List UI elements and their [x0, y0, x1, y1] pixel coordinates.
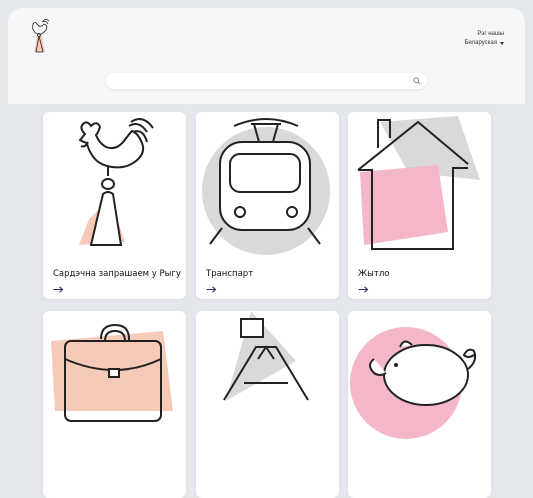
header: Рэг нашы Беларуская — [8, 8, 525, 104]
arrow-right-icon[interactable] — [358, 286, 369, 293]
header-links: Рэг нашы Беларуская — [465, 30, 504, 48]
rooster-icon — [78, 118, 154, 246]
page: Рэг нашы Беларуская Сардэчна запрашаем у — [0, 0, 533, 498]
language-label: Беларуская — [464, 40, 497, 46]
card-finances[interactable] — [348, 311, 491, 498]
card-housing[interactable]: Жытло — [348, 112, 491, 299]
card-language[interactable] — [196, 311, 339, 498]
house-icon — [357, 116, 480, 250]
card-title: Сардэчна запрашаем у Рыгу — [53, 269, 181, 279]
language-selector[interactable]: Беларуская — [465, 39, 504, 48]
arrow-right-icon[interactable] — [53, 286, 64, 293]
chevron-down-icon — [500, 42, 504, 45]
rooster-logo-icon[interactable] — [28, 18, 50, 56]
tram-icon — [202, 118, 330, 255]
search-bar — [106, 73, 427, 95]
card-welcome[interactable]: Сардэчна запрашаем у Рыгу — [43, 112, 186, 299]
card-transport[interactable]: Транспарт — [196, 112, 339, 299]
letter-icon — [223, 311, 309, 401]
card-title: Жытло — [358, 269, 390, 279]
search-input[interactable] — [106, 78, 427, 95]
card-title: Транспарт — [206, 269, 254, 279]
piggy-bank-icon — [350, 327, 477, 439]
help-link[interactable]: Рэг нашы — [465, 30, 504, 39]
arrow-right-icon[interactable] — [206, 286, 217, 293]
search-icon[interactable] — [413, 77, 421, 85]
briefcase-icon — [51, 323, 173, 422]
card-work[interactable] — [43, 311, 186, 498]
